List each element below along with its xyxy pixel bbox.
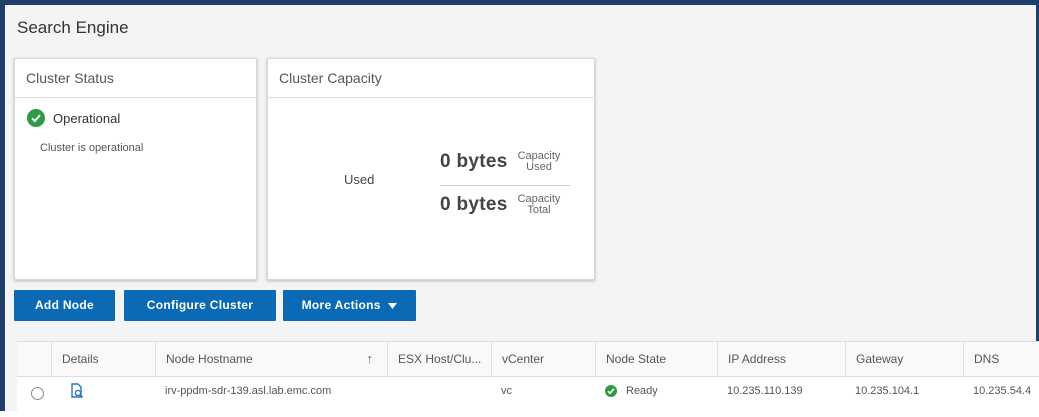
column-node-state[interactable]: Node State: [595, 342, 717, 376]
cluster-capacity-card: Cluster Capacity Used 0 bytes Capacity U…: [267, 58, 595, 280]
configure-cluster-button[interactable]: Configure Cluster: [124, 290, 276, 321]
cell-ip-address: 10.235.110.139: [727, 385, 803, 397]
more-actions-label: More Actions: [301, 298, 381, 312]
capacity-total-label-line2: Total: [527, 204, 551, 216]
capacity-divider: [440, 185, 570, 186]
column-gateway[interactable]: Gateway: [845, 342, 963, 376]
column-node-hostname[interactable]: Node Hostname ↑: [155, 342, 387, 376]
more-actions-button[interactable]: More Actions: [283, 290, 416, 321]
caret-down-icon: [388, 290, 398, 321]
cluster-status-card: Cluster Status Operational Cluster is op…: [14, 58, 257, 280]
app-frame: Search Engine Cluster Status Operational…: [0, 0, 1039, 417]
cell-dns: 10.235.54.4: [973, 385, 1032, 397]
row-select-radio[interactable]: [31, 387, 44, 400]
capacity-total-value: 0 bytes: [440, 194, 508, 215]
capacity-total-label: Capacity Total: [518, 194, 561, 216]
capacity-used-label: Capacity Used: [518, 151, 561, 173]
cell-esx-host: [387, 377, 491, 405]
cell-node-hostname: irv-ppdm-sdr-139.asl.lab.emc.com: [165, 385, 332, 397]
capacity-used-label-line2: Used: [526, 161, 552, 173]
used-label: Used: [344, 172, 375, 187]
add-node-button[interactable]: Add Node: [14, 290, 115, 321]
cluster-status-description: Cluster is operational: [40, 142, 144, 154]
details-search-icon[interactable]: [69, 383, 85, 404]
column-ip-address[interactable]: IP Address: [717, 342, 845, 376]
cell-gateway: 10.235.104.1: [855, 385, 920, 397]
page-title: Search Engine: [17, 18, 129, 37]
check-circle-icon: [27, 109, 45, 127]
ready-check-icon: [605, 385, 617, 398]
cluster-status-title: Cluster Status: [15, 59, 256, 98]
nodes-datagrid: Details Node Hostname ↑ ESX Host/Clu... …: [17, 341, 1039, 417]
cluster-status-row: Operational: [27, 109, 120, 127]
cluster-capacity-title: Cluster Capacity: [268, 59, 594, 98]
column-dns[interactable]: DNS: [963, 342, 1039, 376]
column-esx-host[interactable]: ESX Host/Clu...: [387, 342, 491, 376]
capacity-total-row: 0 bytes Capacity Total: [440, 194, 560, 216]
column-node-hostname-label: Node Hostname: [166, 352, 253, 366]
cell-node-state: Ready: [595, 377, 717, 405]
capacity-used-row: 0 bytes Capacity Used: [440, 151, 560, 173]
cluster-status-text: Operational: [53, 110, 121, 126]
node-state-text: Ready: [626, 385, 658, 397]
column-details[interactable]: Details: [51, 342, 155, 376]
column-vcenter[interactable]: vCenter: [491, 342, 595, 376]
cell-vcenter: vc: [501, 385, 512, 397]
sort-ascending-icon[interactable]: ↑: [367, 342, 374, 376]
capacity-used-value: 0 bytes: [440, 151, 508, 172]
datagrid-header: Details Node Hostname ↑ ESX Host/Clu... …: [17, 342, 1039, 377]
